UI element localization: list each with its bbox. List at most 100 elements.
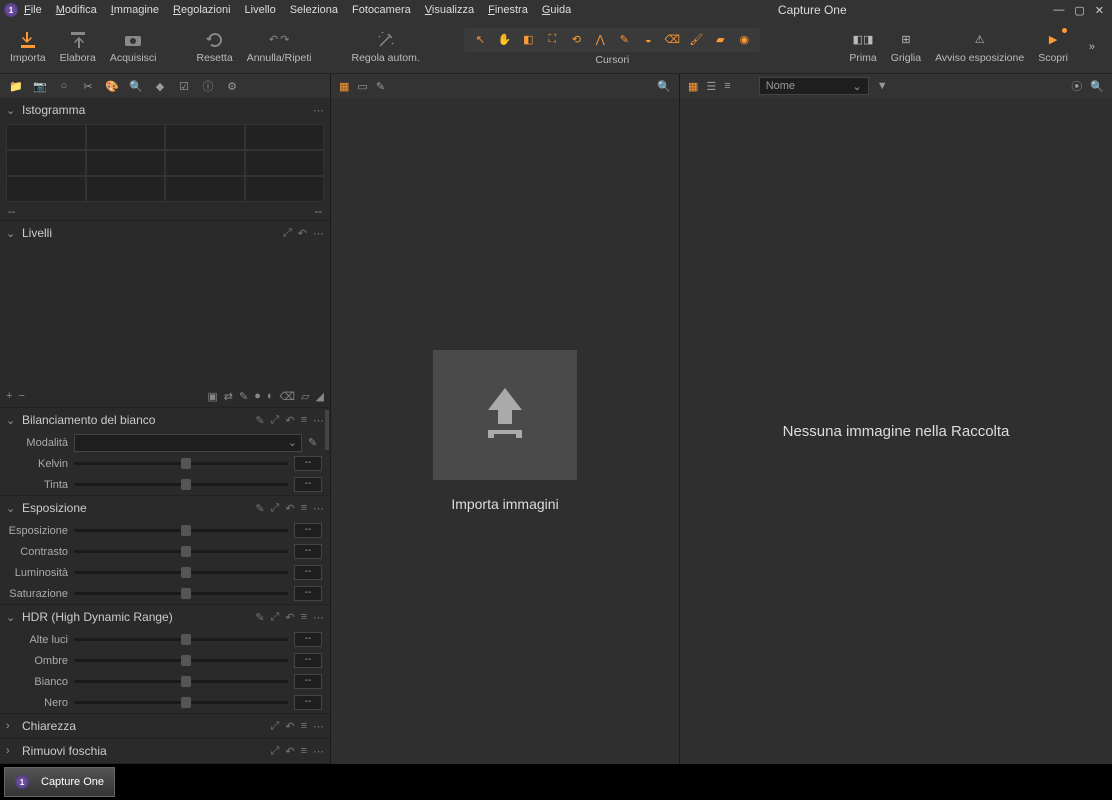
chevron-down-icon[interactable]: ⌄	[6, 502, 16, 515]
mask-icon[interactable]: ▣	[207, 390, 217, 403]
loupe-icon[interactable]: ◧	[520, 32, 536, 48]
reset-icon[interactable]: ↶	[298, 227, 307, 240]
reset-button[interactable]: Resetta	[197, 30, 233, 64]
reset-icon[interactable]: ↶	[285, 502, 294, 515]
contrast-value[interactable]: --	[294, 544, 322, 559]
whites-slider[interactable]	[74, 680, 288, 683]
highlights-slider[interactable]	[74, 638, 288, 641]
rotate-icon[interactable]: ⟲	[568, 32, 584, 48]
eyedropper-icon[interactable]: ✎	[308, 436, 322, 449]
more-icon[interactable]: ⋯	[313, 227, 324, 240]
expand-icon[interactable]: ⤢	[271, 720, 280, 733]
chevron-down-icon[interactable]: ⌄	[6, 227, 16, 240]
chevron-down-icon[interactable]: ⌄	[6, 104, 16, 117]
spot-icon[interactable]: ✎	[616, 32, 632, 48]
highlights-value[interactable]: --	[294, 632, 322, 647]
filter-icon[interactable]: ▼	[877, 80, 888, 92]
chevron-right-icon[interactable]: ›	[6, 745, 16, 757]
exposure-value[interactable]: --	[294, 523, 322, 538]
import-button[interactable]: Importa	[10, 30, 46, 64]
browser-list-icon[interactable]: ☰	[706, 80, 716, 93]
menu-adjust[interactable]: Regolazioni	[173, 4, 231, 16]
more-icon[interactable]: ⋯	[313, 104, 324, 117]
add-layer-icon[interactable]: +	[6, 390, 12, 402]
crop-icon[interactable]: ⛶	[544, 32, 560, 48]
search-icon[interactable]: 🔍	[657, 80, 671, 93]
expand-icon[interactable]: ⤢	[271, 502, 280, 515]
tab-exposure-icon[interactable]: 🔍	[128, 78, 144, 94]
gradient-mask-icon[interactable]: ◐	[267, 390, 274, 402]
expand-icon[interactable]: ⤢	[283, 227, 292, 240]
reset-icon[interactable]: ↶	[285, 745, 294, 758]
close-icon[interactable]: ✕	[1095, 4, 1104, 17]
reset-icon[interactable]: ↶	[285, 414, 294, 427]
scrollbar-thumb[interactable]	[325, 410, 329, 450]
tab-details-icon[interactable]: ◆	[152, 78, 168, 94]
menu-select[interactable]: Seleziona	[290, 4, 338, 16]
brightness-value[interactable]: --	[294, 565, 322, 580]
tab-capture-icon[interactable]: 📷	[32, 78, 48, 94]
preset-icon[interactable]: ≡	[301, 745, 307, 758]
kelvin-value[interactable]: --	[294, 456, 322, 471]
preset-icon[interactable]: ≡	[301, 720, 307, 733]
more-icon[interactable]: ⋯	[313, 414, 324, 427]
copy-icon[interactable]: ✎	[255, 414, 264, 427]
expand-icon[interactable]: ⤢	[271, 414, 280, 427]
eraser-icon[interactable]: ⌫	[664, 32, 680, 48]
tint-value[interactable]: --	[294, 477, 322, 492]
more-icon[interactable]: ⋯	[313, 720, 324, 733]
exposure-slider[interactable]	[74, 529, 288, 532]
preset-icon[interactable]: ≡	[301, 502, 307, 515]
chevron-right-icon[interactable]: ›	[6, 720, 16, 732]
expand-icon[interactable]: ⤢	[271, 611, 280, 624]
minimize-icon[interactable]: —	[1053, 4, 1064, 17]
search-icon[interactable]: ⦿	[1071, 78, 1082, 94]
erase-icon[interactable]: ⌫	[280, 390, 296, 403]
hand-icon[interactable]: ✋	[496, 32, 512, 48]
pointer-icon[interactable]: ↖	[472, 32, 488, 48]
kelvin-slider[interactable]	[74, 462, 288, 465]
menu-help[interactable]: Guida	[542, 4, 571, 16]
menu-layer[interactable]: Livello	[245, 4, 276, 16]
process-button[interactable]: Elabora	[60, 30, 96, 64]
remove-layer-icon[interactable]: −	[18, 390, 24, 402]
blacks-value[interactable]: --	[294, 695, 322, 710]
radial-icon[interactable]: ◉	[736, 32, 752, 48]
tab-lens-icon[interactable]: ○	[56, 78, 72, 94]
auto-adjust-button[interactable]: Regola autom.	[351, 30, 419, 64]
reset-icon[interactable]: ↶	[285, 720, 294, 733]
menu-window[interactable]: Finestra	[488, 4, 528, 16]
copy-icon[interactable]: ✎	[255, 502, 264, 515]
tint-slider[interactable]	[74, 483, 288, 486]
browser-film-icon[interactable]: ≡	[724, 80, 730, 92]
undo-redo-button[interactable]: ↶↷ Annulla/Ripeti	[247, 30, 312, 64]
gradient-icon[interactable]: ▰	[712, 32, 728, 48]
wb-mode-dropdown[interactable]: ⌄	[74, 434, 302, 452]
tab-adjust-icon[interactable]: ☑	[176, 78, 192, 94]
swap-icon[interactable]: ⇄	[224, 390, 233, 403]
saturation-slider[interactable]	[74, 592, 288, 595]
blacks-slider[interactable]	[74, 701, 288, 704]
exposure-warning-button[interactable]: ⚠Avviso esposizione	[935, 30, 1024, 64]
preset-icon[interactable]: ≡	[301, 611, 307, 624]
saturation-value[interactable]: --	[294, 586, 322, 601]
brush-icon[interactable]: ✎	[239, 390, 248, 403]
heal-icon[interactable]: ◒	[640, 32, 656, 48]
view-single-icon[interactable]: ▭	[357, 80, 367, 93]
view-picker-icon[interactable]: ✎	[376, 80, 385, 93]
menu-file[interactable]: FFileile	[24, 4, 42, 16]
discover-button[interactable]: ▶Scopri	[1038, 30, 1068, 64]
before-after-button[interactable]: ◧◨Prima	[849, 30, 876, 64]
sort-dropdown[interactable]: Nome⌄	[759, 77, 869, 95]
browser-grid-icon[interactable]: ▦	[688, 80, 698, 93]
more-icon[interactable]: ⋯	[313, 502, 324, 515]
menu-image[interactable]: Immagine	[111, 4, 159, 16]
capture-button[interactable]: Acquisisci	[110, 30, 157, 64]
tab-color-icon[interactable]: 🎨	[104, 78, 120, 94]
zoom-icon[interactable]: 🔍	[1090, 80, 1104, 93]
tab-crop-icon[interactable]: ✂	[80, 78, 96, 94]
shadows-slider[interactable]	[74, 659, 288, 662]
view-grid-icon[interactable]: ▦	[339, 80, 349, 93]
brush-icon[interactable]: 🖌	[688, 32, 704, 48]
expand-icon[interactable]: ⤢	[271, 745, 280, 758]
